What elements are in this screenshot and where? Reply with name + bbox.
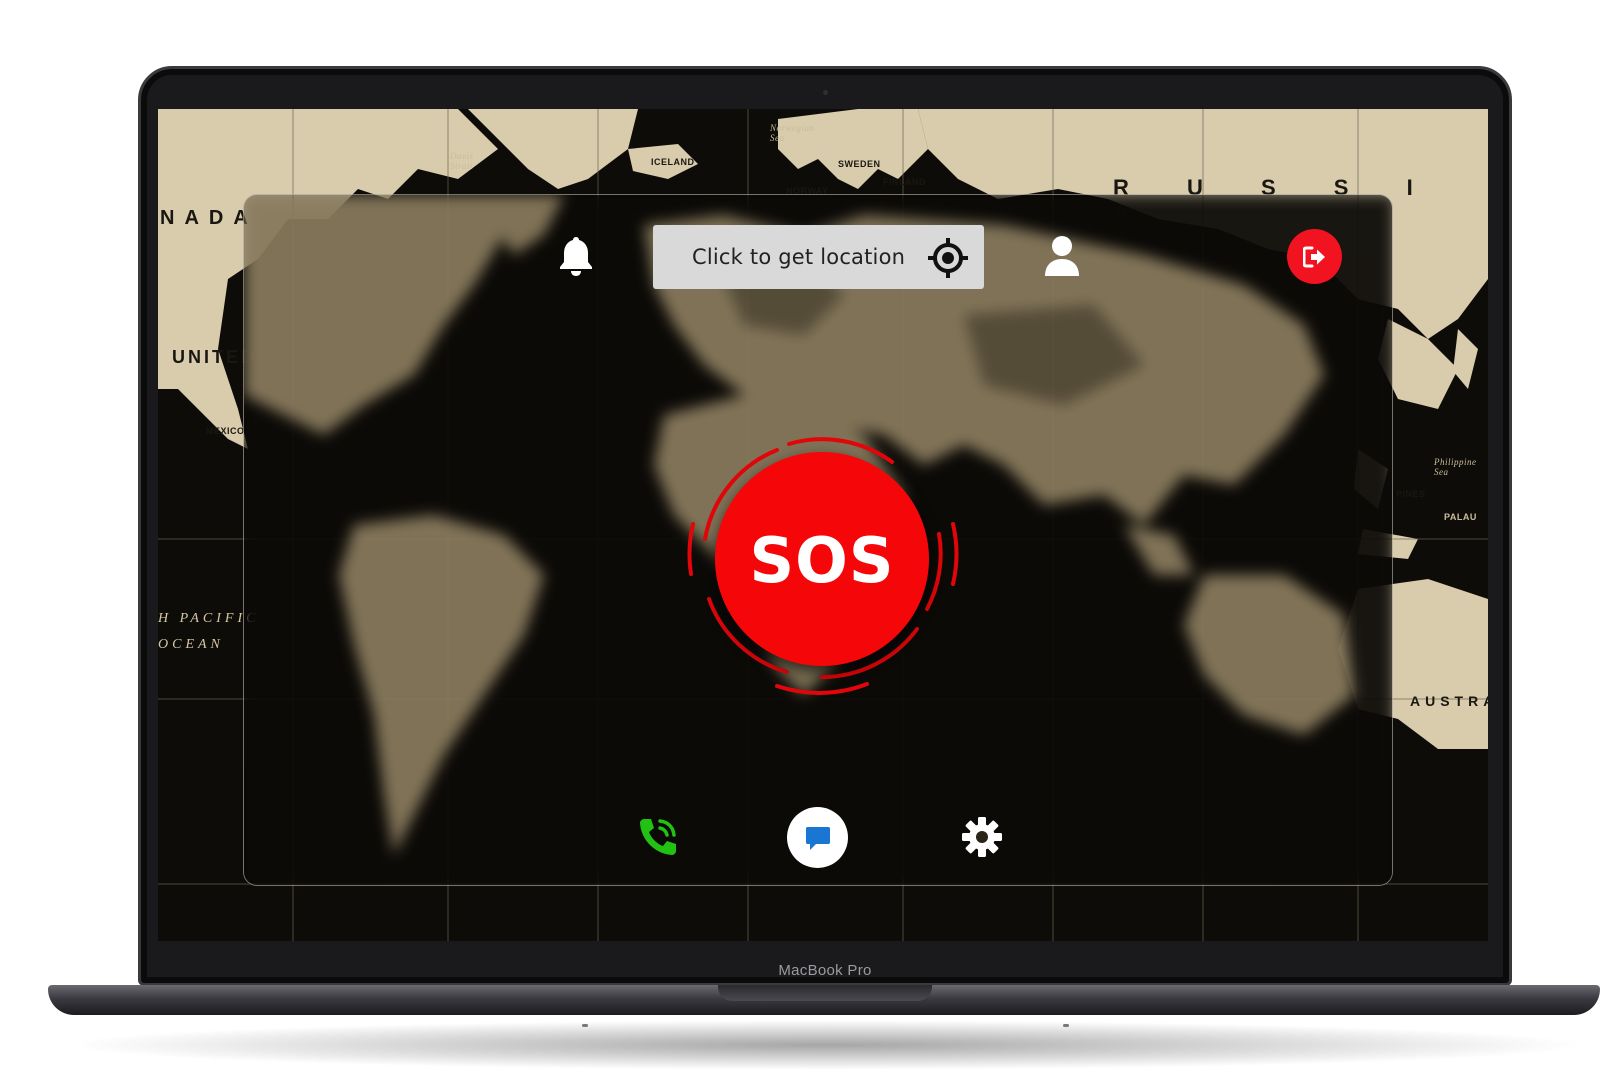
- notifications-button[interactable]: [556, 235, 596, 279]
- sos-label: SOS: [749, 524, 895, 597]
- map-label-norwegian-sea: Norwegian Sea: [770, 123, 815, 143]
- map-label-iceland: ICELAND: [651, 157, 695, 167]
- logout-button[interactable]: [1287, 229, 1342, 284]
- map-label-pines: PINES: [1396, 489, 1426, 499]
- map-label-philippine-sea: Philippine Sea: [1434, 457, 1477, 477]
- laptop-foot-right: [1063, 1024, 1069, 1027]
- app-panel: Click to get location SOS: [243, 194, 1393, 886]
- phone-call-icon: [640, 819, 676, 855]
- laptop-foot-left: [582, 1024, 588, 1027]
- map-label-finland: FINLAND: [883, 177, 926, 187]
- chat-button[interactable]: [787, 807, 848, 868]
- laptop-mockup: NADA UNITED MEXICO R U S S I A ICELAND S…: [0, 0, 1620, 1080]
- sos-button[interactable]: SOS: [715, 452, 929, 666]
- map-label-palau: PALAU: [1444, 512, 1477, 522]
- map-label-davis-strait: Davis Strait: [450, 151, 474, 171]
- map-label-sweden: SWEDEN: [838, 159, 881, 169]
- logout-icon: [1302, 246, 1325, 267]
- call-button[interactable]: [636, 815, 680, 859]
- laptop-notch: [718, 985, 932, 1001]
- get-location-label: Click to get location: [692, 245, 906, 269]
- map-label-mexico: MEXICO: [206, 426, 245, 436]
- bell-icon: [560, 237, 592, 276]
- sos-container: SOS: [677, 414, 967, 704]
- map-label-ocean: OCEAN: [158, 637, 224, 652]
- gear-icon: [962, 817, 1002, 857]
- device-model-label: MacBook Pro: [778, 962, 872, 979]
- laptop-shadow: [60, 1020, 1590, 1070]
- map-label-australia: AUSTRA: [1410, 693, 1488, 709]
- user-icon: [1045, 236, 1079, 276]
- get-location-button[interactable]: Click to get location: [653, 225, 984, 289]
- camera-dot: [823, 90, 828, 95]
- settings-button[interactable]: [960, 815, 1004, 859]
- chat-icon: [805, 826, 830, 850]
- profile-button[interactable]: [1043, 235, 1081, 277]
- crosshair-icon: [928, 238, 968, 278]
